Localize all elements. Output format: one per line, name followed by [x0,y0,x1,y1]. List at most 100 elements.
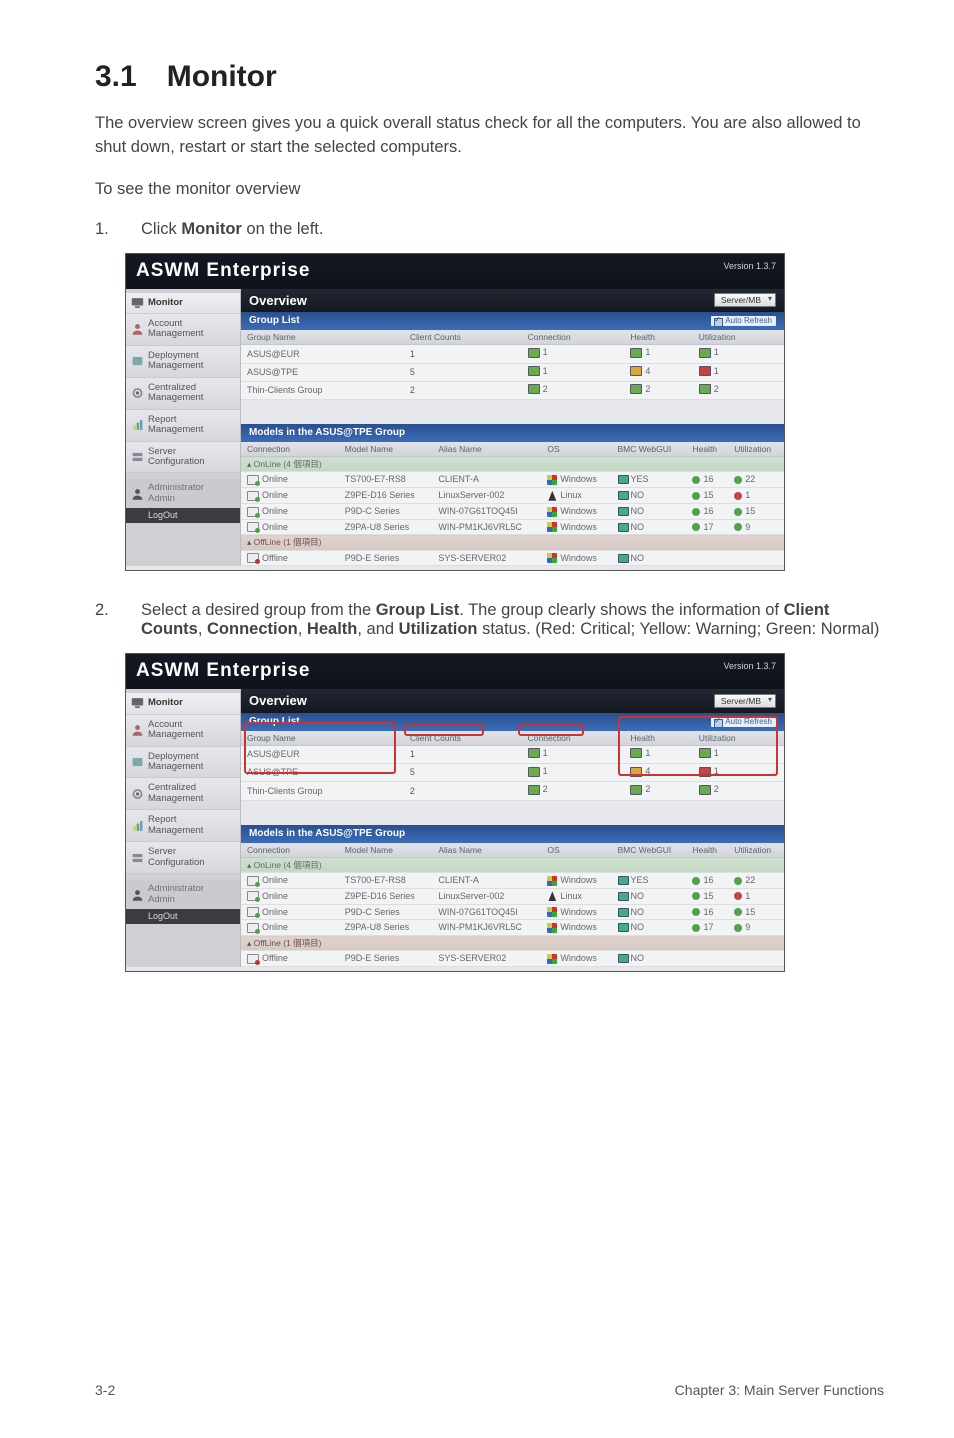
util-dot [734,492,742,500]
intro-paragraph-1: The overview screen gives you a quick ov… [95,112,884,160]
utilization-icon [699,785,711,795]
health-icon [630,384,642,394]
windows-icon [547,876,557,886]
nav-server-config-2[interactable]: Server Configuration [126,842,240,874]
nav-logout[interactable]: LogOut [126,508,240,523]
col-health-m[interactable]: Health [686,442,728,457]
col-alias-name[interactable]: Alias Name [432,442,541,457]
windows-icon [547,507,557,517]
model-row[interactable]: OnlineZ9PE-D16 SeriesLinuxServer-002Linu… [241,888,784,904]
nav-centralized-mgmt[interactable]: Centralized Management [126,378,240,410]
health-icon [630,366,642,376]
auto-refresh-toggle[interactable]: Auto Refresh [711,316,776,326]
nav-monitor-2[interactable]: Monitor [126,693,240,714]
util-dot [734,476,742,484]
col-health[interactable]: Health [624,330,692,345]
util-dot [734,892,742,900]
group-row[interactable]: ASUS@TPE5 1 4 1 [241,363,784,381]
nav-monitor[interactable]: Monitor [126,293,240,314]
col-utilization-2[interactable]: Utilization [693,731,784,746]
models-title: Models in the ASUS@TPE Group [249,427,405,439]
utilization-icon [699,384,711,394]
group-row[interactable]: Thin-Clients Group2 2 2 2 [241,381,784,399]
nav-report-mgmt-2[interactable]: Report Management [126,810,240,842]
group-list-header-2: Group List Auto Refresh [241,713,784,731]
model-row[interactable]: OfflineP9D-E SeriesSYS-SERVER02WindowsNO [241,550,784,566]
connection-icon [528,785,540,795]
app-brandbar-2: ASWM Enterprise Version 1.3.7 [126,654,784,689]
online-icon [247,923,259,933]
col-alias-name-2[interactable]: Alias Name [432,843,541,858]
col-connection-2[interactable]: Connection [522,731,625,746]
chapter-label: Chapter 3: Main Server Functions [675,1382,884,1398]
model-row[interactable]: OnlineZ9PA-U8 SeriesWIN-PM1KJ6VRL5CWindo… [241,920,784,936]
health-icon [630,785,642,795]
model-row[interactable]: OnlineTS700-E7-RS8CLIENT-AWindowsYES1622 [241,472,784,488]
col-bmc-2[interactable]: BMC WebGUI [612,843,687,858]
col-group-name[interactable]: Group Name [241,330,404,345]
step-2-text: Select a desired group from the Group Li… [141,601,884,639]
group-row[interactable]: Thin-Clients Group2 2 2 2 [241,782,784,800]
group-row[interactable]: ASUS@TPE5 1 4 1 [241,764,784,782]
utilization-icon [699,366,711,376]
group-row[interactable]: ASUS@EUR1 1 1 1 [241,746,784,764]
col-os[interactable]: OS [541,442,611,457]
bmc-icon [618,507,629,516]
col-util-m-2[interactable]: Utilization [728,843,784,858]
view-selector[interactable]: Server/MB [714,293,776,307]
overview-title: Overview [249,293,307,309]
nav-account-mgmt[interactable]: Account Management [126,314,240,346]
model-row[interactable]: OnlineP9D-C SeriesWIN-07G61TOQ45IWindows… [241,503,784,519]
col-util-m[interactable]: Utilization [728,442,784,457]
report-icon [131,419,144,432]
side-nav: Monitor Account Management Deployment Ma… [126,289,241,567]
health-icon [630,348,642,358]
nav-deployment-mgmt[interactable]: Deployment Management [126,346,240,378]
col-connection[interactable]: Connection [522,330,625,345]
nav-logout-2[interactable]: LogOut [126,909,240,924]
col-client-counts-2[interactable]: Client Counts [404,731,522,746]
col-group-name-2[interactable]: Group Name [241,731,404,746]
nav-administrator-2[interactable]: Administrator Admin [126,880,240,909]
offline-icon [247,553,259,563]
col-model-name[interactable]: Model Name [339,442,433,457]
nav-deployment-mgmt-2[interactable]: Deployment Management [126,747,240,779]
bmc-icon [618,923,629,932]
model-row[interactable]: OnlineTS700-E7-RS8CLIENT-AWindowsYES1622 [241,872,784,888]
model-row[interactable]: OnlineP9D-C SeriesWIN-07G61TOQ45IWindows… [241,904,784,920]
model-row[interactable]: OfflineP9D-E SeriesSYS-SERVER02WindowsNO [241,951,784,967]
nav-server-config[interactable]: Server Configuration [126,442,240,474]
admin-icon [131,487,144,500]
group-row[interactable]: ASUS@EUR1 1 1 1 [241,345,784,363]
col-utilization[interactable]: Utilization [693,330,784,345]
app-brand-2: ASWM Enterprise [136,660,310,681]
col-model-name-2[interactable]: Model Name [339,843,433,858]
col-connection-m-2[interactable]: Connection [241,843,339,858]
group-list-table: Group Name Client Counts Connection Heal… [241,330,784,400]
view-selector-2[interactable]: Server/MB [714,694,776,708]
model-row[interactable]: OnlineZ9PA-U8 SeriesWIN-PM1KJ6VRL5CWindo… [241,519,784,535]
col-os-2[interactable]: OS [541,843,611,858]
bmc-icon [618,892,629,901]
col-connection-m[interactable]: Connection [241,442,339,457]
section-heading: 3.1 Monitor [95,60,884,94]
intro-paragraph-2: To see the monitor overview [95,178,884,202]
utilization-icon [699,748,711,758]
nav-centralized-mgmt-2[interactable]: Centralized Management [126,778,240,810]
col-health-2[interactable]: Health [624,731,692,746]
overview-titlebar: Overview Server/MB [241,289,784,313]
health-icon [630,767,642,777]
nav-account-mgmt-2[interactable]: Account Management [126,715,240,747]
model-row[interactable]: OnlineZ9PE-D16 SeriesLinuxServer-002Linu… [241,488,784,504]
auto-refresh-toggle-2[interactable]: Auto Refresh [711,717,776,727]
util-dot [734,523,742,531]
col-bmc[interactable]: BMC WebGUI [612,442,687,457]
bmc-icon [618,523,629,532]
nav-report-mgmt[interactable]: Report Management [126,410,240,442]
utilization-icon [699,767,711,777]
nav-administrator[interactable]: Administrator Admin [126,479,240,508]
overview-title-2: Overview [249,693,307,709]
col-client-counts[interactable]: Client Counts [404,330,522,345]
col-health-m-2[interactable]: Health [686,843,728,858]
windows-icon [547,923,557,933]
